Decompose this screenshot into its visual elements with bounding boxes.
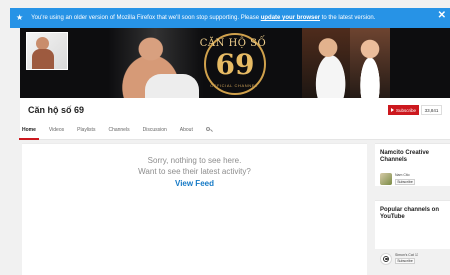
featured-channels-card: Namcito Creative Channels Nam Cito Subsc… <box>375 143 450 186</box>
close-icon[interactable]: ✕ <box>438 11 446 21</box>
tab-playlists[interactable]: Playlists <box>77 125 95 140</box>
subscribe-button[interactable]: Subscribe <box>388 105 419 115</box>
featured-channels-title: Namcito Creative Channels <box>380 150 430 163</box>
channel-title: Căn hộ số 69 <box>28 105 85 115</box>
empty-submessage: Want to see their latest activity? <box>138 167 251 176</box>
view-feed-link[interactable]: View Feed <box>22 179 367 188</box>
search-icon-handle <box>209 129 213 132</box>
play-icon <box>391 108 394 112</box>
popular-channel-avatar[interactable] <box>380 253 392 265</box>
channel-header: Căn hộ số 69 Subscribe 33,841 Home Video… <box>19 98 450 140</box>
notice-suffix: to the latest version. <box>320 15 376 21</box>
popular-channels-title: Popular channels on YouTube <box>380 207 440 220</box>
tab-home[interactable]: Home <box>19 125 39 140</box>
tab-about[interactable]: About <box>180 125 193 140</box>
tab-channels[interactable]: Channels <box>108 125 129 140</box>
banner-woman-left <box>302 28 354 98</box>
popular-channel-name[interactable]: Simon's Cat☑ <box>395 252 418 257</box>
featured-channel-avatar[interactable] <box>380 173 392 185</box>
empty-message: Sorry, nothing to see here. <box>147 156 242 165</box>
notice-prefix: You're using an older version of Mozilla… <box>31 15 261 21</box>
banner-pillow <box>145 74 199 98</box>
browser-update-notice: ★ You're using an older version of Mozil… <box>10 8 450 28</box>
notice-message: You're using an older version of Mozilla… <box>31 15 375 21</box>
update-browser-link[interactable]: update your browser <box>261 15 320 21</box>
cat-icon <box>383 256 389 262</box>
channel-page: CĂN HỘ SỐ 69 OFFICIAL CHANNEL Căn hộ số … <box>19 28 450 275</box>
popular-subscribe-button[interactable]: Subscribe <box>395 258 415 264</box>
channel-banner: CĂN HỘ SỐ 69 OFFICIAL CHANNEL <box>20 28 450 98</box>
subscribe-label: Subscribe <box>396 107 417 113</box>
star-icon: ★ <box>16 13 24 22</box>
banner-logo-subtitle: OFFICIAL CHANNEL <box>210 83 258 88</box>
banner-woman-right <box>350 28 390 98</box>
feed-empty-card: Sorry, nothing to see here. Want to see … <box>22 143 367 275</box>
tab-videos[interactable]: Videos <box>49 125 64 140</box>
popular-channel-label: Simon's Cat <box>395 253 414 257</box>
verified-icon: ☑ <box>414 252 419 257</box>
tab-discussion[interactable]: Discussion <box>143 125 167 140</box>
banner-logo-number: 69 <box>215 48 255 81</box>
popular-channels-card: Popular channels on YouTube Simon's Cat☑… <box>375 200 450 265</box>
channel-search[interactable] <box>205 125 213 140</box>
subscriber-count: 33,841 <box>421 105 442 115</box>
avatar-body <box>32 49 54 69</box>
featured-channel-name[interactable]: Nam Cito <box>395 173 410 177</box>
featured-subscribe-button[interactable]: Subscribe <box>395 179 415 185</box>
channel-avatar[interactable] <box>26 32 68 70</box>
channel-tabs: Home Videos Playlists Channels Discussio… <box>19 125 213 140</box>
